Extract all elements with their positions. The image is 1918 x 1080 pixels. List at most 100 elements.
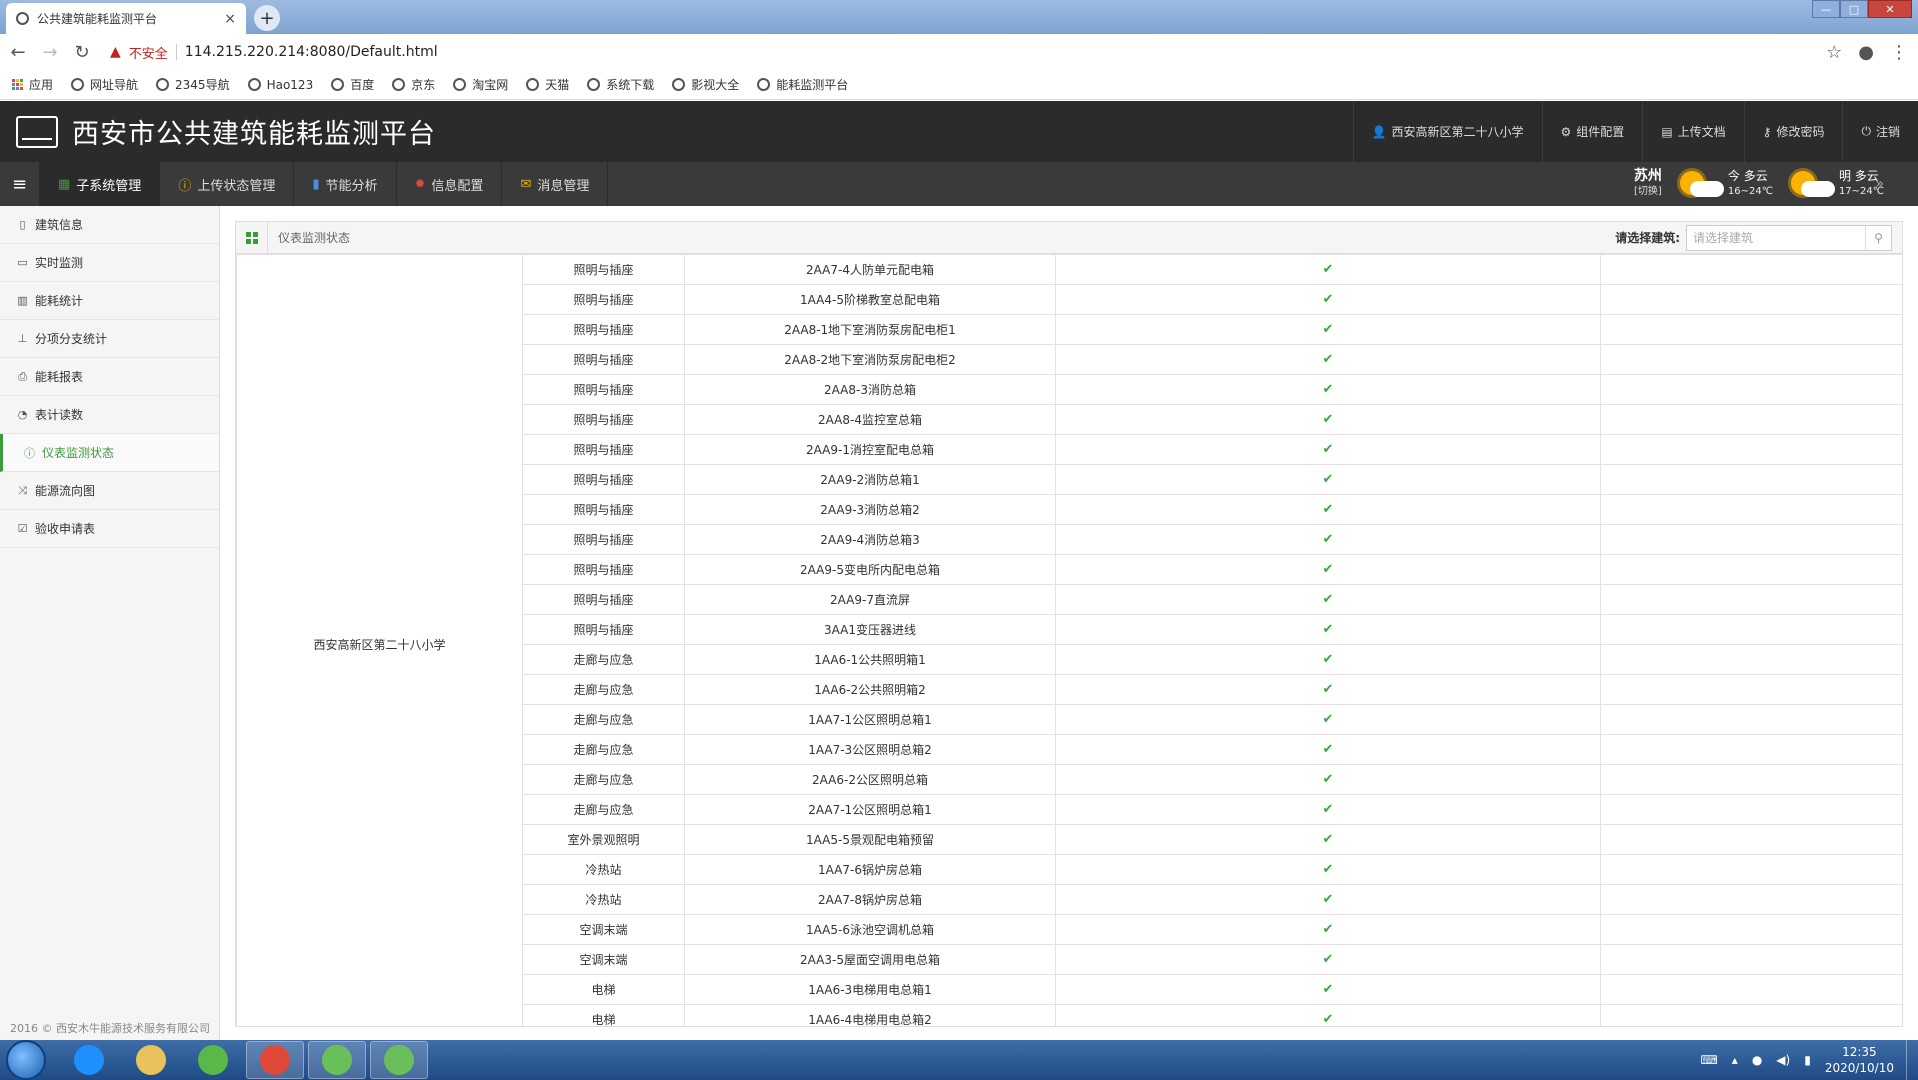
keyboard-icon[interactable]: ⌨ [1700, 1053, 1717, 1067]
meter-status-panel: 仪表监测状态 请选择建筑: ⚲ 西安高新区第二十八小学照明与插座2AA7-4人防… [235, 221, 1903, 1027]
tray-expand-icon[interactable]: ▴ [1732, 1053, 1738, 1067]
taskbar-app[interactable] [60, 1041, 118, 1079]
bookmark-item[interactable]: 影视大全 [672, 76, 739, 93]
qq-icon[interactable]: ● [1752, 1053, 1762, 1067]
check-square-icon: ☑ [17, 522, 28, 535]
meter-name-cell: 2AA7-1公区照明总箱1 [684, 794, 1056, 825]
clock[interactable]: 12:35 2020/10/10 [1825, 1044, 1894, 1076]
bookmark-item[interactable]: 京东 [392, 76, 435, 93]
empty-cell [1600, 704, 1902, 735]
status-check-icon: ✔ [1055, 254, 1601, 285]
bookmark-item[interactable]: 应用 [12, 76, 53, 93]
meter-name-cell: 1AA4-5阶梯教室总配电箱 [684, 284, 1056, 315]
city-switch-link[interactable]: [切换] [1634, 184, 1662, 199]
more-menu-icon[interactable]: ⋮ [1890, 42, 1908, 63]
status-check-icon: ✔ [1055, 554, 1601, 585]
hamburger-menu-icon[interactable]: ≡ [0, 162, 40, 206]
building-search-input[interactable] [1687, 225, 1865, 250]
sidebar-items: ▯ 建筑信息 ▭ 实时监测 ▥ 能耗统计 ⊥ 分项分支统计 ⎙ 能耗报表 ◔ 表计读数 ⓘ 仪表监测状态 ⤨… [0, 206, 219, 548]
taskbar-app[interactable] [308, 1041, 366, 1079]
menu-item[interactable]: ⓘ 上传状态管理 [160, 162, 295, 206]
sidebar-item[interactable]: ☑ 验收申请表 [0, 510, 219, 548]
meter-table-scroll[interactable]: 西安高新区第二十八小学 照明与插座 2AA7-4人防单元配电箱 ✔ 照明与插座 1AA4-… [236, 254, 1902, 1026]
show-desktop-button[interactable] [1906, 1040, 1918, 1080]
sidebar-item[interactable]: ⊥ 分项分支统计 [0, 320, 219, 358]
search-icon[interactable]: ⚲ [1865, 225, 1891, 250]
forward-icon[interactable]: → [42, 42, 58, 63]
sidebar-item-label: 能源流向图 [35, 484, 96, 498]
header-link-key[interactable]: ⚷ 修改密码 [1743, 101, 1843, 162]
menu-item[interactable]: ▮ 节能分析 [294, 162, 397, 206]
bookmark-item[interactable]: Hao123 [247, 78, 313, 92]
header-link-gear[interactable]: ⚙ 组件配置 [1541, 101, 1643, 162]
category-cell: 照明与插座 [522, 554, 685, 585]
sidebar-item-label: 实时监测 [35, 256, 84, 270]
bookmark-item[interactable]: 2345导航 [156, 76, 230, 93]
sidebar-item[interactable]: ⓘ 仪表监测状态 [0, 434, 219, 472]
bookmark-item[interactable]: 能耗监测平台 [757, 76, 848, 93]
new-tab-button[interactable]: + [254, 5, 280, 31]
back-icon[interactable]: ← [10, 42, 26, 63]
app-header: 西安市公共建筑能耗监测平台 👤 西安高新区第二十八小学 ⚙ 组件配置 ▤ 上传文档 ⚷ 修改密… [0, 101, 1918, 162]
menu-item[interactable]: ✉ 消息管理 [502, 162, 609, 206]
header-link-user[interactable]: 👤 西安高新区第二十八小学 [1352, 101, 1542, 162]
menu-item-label: 信息配置 [431, 178, 484, 194]
sidebar-item-label: 仪表监测状态 [42, 446, 115, 460]
start-button[interactable] [6, 1040, 46, 1080]
header-link-power[interactable]: ⏻ 注销 [1842, 101, 1918, 162]
menu-item[interactable]: ▦ 子系统管理 [40, 162, 161, 206]
header-link-book[interactable]: ▤ 上传文档 [1642, 101, 1743, 162]
network-icon[interactable]: ▮ [1804, 1053, 1811, 1067]
bookmark-item[interactable]: 天猫 [526, 76, 569, 93]
url-text[interactable]: 114.215.220.214:8080/Default.html [185, 44, 438, 60]
browser-tab[interactable]: 公共建筑能耗监测平台 × [6, 3, 246, 34]
profile-icon[interactable]: ● [1858, 42, 1874, 63]
meter-name-cell: 1AA7-6锅炉房总箱 [684, 854, 1056, 885]
copyright-text: 2016 © 西安木牛能源技术服务有限公司 [10, 1022, 210, 1035]
book-icon: ▤ [1661, 124, 1673, 139]
sidebar-item[interactable]: ◔ 表计读数 [0, 396, 219, 434]
sidebar-item[interactable]: ▭ 实时监测 [0, 244, 219, 282]
close-window-button[interactable]: ✕ [1868, 0, 1912, 18]
reload-icon[interactable]: ↻ [74, 42, 90, 63]
taskbar-app[interactable] [370, 1041, 428, 1079]
chrome-icon [260, 1045, 290, 1075]
chevron-right-icon[interactable]: » [1875, 176, 1884, 192]
maximize-button[interactable]: □ [1840, 0, 1868, 18]
omnibox[interactable]: ▲ 不安全 114.215.220.214:8080/Default.html [106, 38, 1810, 66]
weather-city[interactable]: 苏州 [切换] [1634, 169, 1662, 199]
sidebar-item[interactable]: ⤨ 能源流向图 [0, 472, 219, 510]
sidebar-item[interactable]: ⎙ 能耗报表 [0, 358, 219, 396]
taskbar-app[interactable] [122, 1041, 180, 1079]
meter-name-cell: 1AA5-6泳池空调机总箱 [684, 914, 1056, 945]
bookmark-item[interactable]: 网址导航 [71, 76, 138, 93]
empty-cell [1600, 284, 1902, 315]
menu-item[interactable]: ✹ 信息配置 [397, 162, 503, 206]
sidebar-item[interactable]: ▯ 建筑信息 [0, 206, 219, 244]
status-check-icon: ✔ [1055, 944, 1601, 975]
bookmark-item[interactable]: 淘宝网 [453, 76, 508, 93]
monitor-logo-icon [16, 115, 58, 148]
bookmark-item[interactable]: 系统下载 [587, 76, 654, 93]
windows-taskbar: ⌨ ▴ ● ◀) ▮ 12:35 2020/10/10 [0, 1040, 1918, 1080]
close-tab-icon[interactable]: × [224, 11, 236, 27]
category-cell: 照明与插座 [522, 614, 685, 645]
window-controls: — □ ✕ [1812, 0, 1912, 18]
insecure-label[interactable]: 不安全 [129, 43, 168, 62]
empty-cell [1600, 584, 1902, 615]
category-cell: 照明与插座 [522, 494, 685, 525]
bookmark-item[interactable]: 百度 [331, 76, 374, 93]
meter-name-cell: 2AA8-1地下室消防泵房配电柜1 [684, 314, 1056, 345]
taskbar-app[interactable] [184, 1041, 242, 1079]
weather-today-label: 今 多云 [1727, 169, 1768, 183]
volume-icon[interactable]: ◀) [1776, 1053, 1790, 1067]
taskbar-app[interactable] [246, 1041, 304, 1079]
empty-cell [1600, 794, 1902, 825]
sidebar-item[interactable]: ▥ 能耗统计 [0, 282, 219, 320]
status-check-icon: ✔ [1055, 824, 1601, 855]
header-link-label: 上传文档 [1677, 125, 1726, 139]
empty-cell [1600, 374, 1902, 405]
star-icon[interactable]: ☆ [1826, 42, 1842, 63]
category-cell: 照明与插座 [522, 584, 685, 615]
minimize-button[interactable]: — [1812, 0, 1840, 18]
